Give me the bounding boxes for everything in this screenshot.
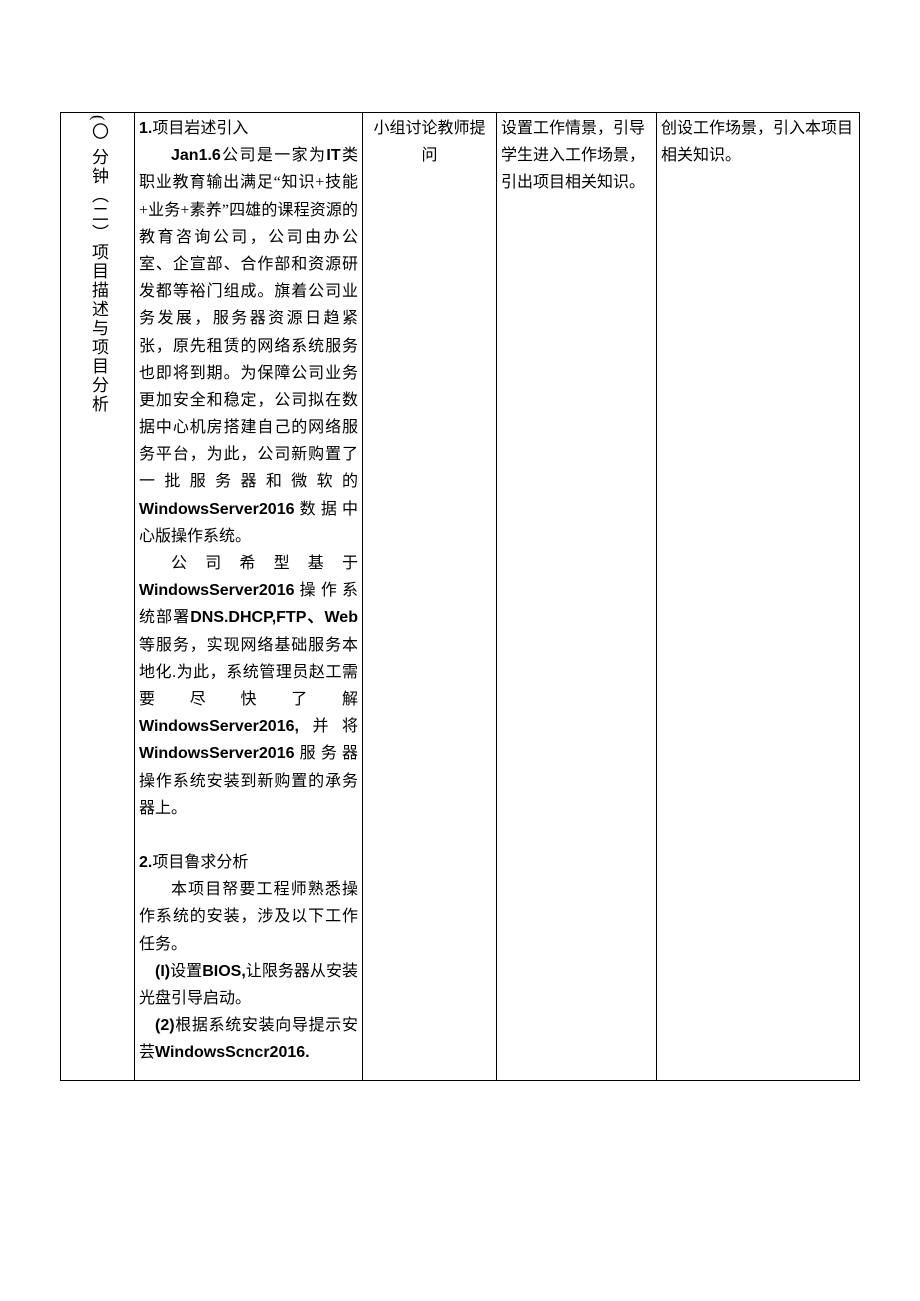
list-item-1: (I)设置BIOS,让限务器从安装光盘引导启动。 (139, 958, 358, 1012)
student-activity-text: 设置工作情景，引导学生进入工作场景，引出项目相关知识。 (501, 120, 645, 191)
heading-1-num: 1. (139, 120, 152, 137)
p2-ws: WindowsServer2016 (139, 582, 294, 599)
table-row: (〇 分钟（二）项目描述与项目分析 1.项目岩述引入 Jan1.6公司是一家为I… (61, 113, 860, 1081)
li2-b: WindowsScncr2016. (155, 1044, 310, 1061)
cell-design-intent: 创设工作场景，引入本项目相关知识。 (657, 113, 860, 1081)
cell-section-label: (〇 分钟（二）项目描述与项目分析 (61, 113, 135, 1081)
heading-2-text: 项目鲁求分析 (152, 854, 248, 871)
li1-a: 设置 (170, 963, 202, 980)
heading-1: 1.项目岩述引入 (139, 115, 358, 142)
li1-num: (I) (155, 963, 170, 980)
content-body: 1.项目岩述引入 Jan1.6公司是一家为IT类职业教育输出满足“知识+技能+业… (139, 115, 358, 1067)
p1-ws: WindowsServer2016 (139, 501, 294, 518)
heading-2: 2.项目鲁求分析 (139, 849, 358, 876)
vertical-section-title: (〇 分钟（二）项目描述与项目分析 (83, 115, 112, 414)
p1-it: IT (326, 147, 340, 164)
p1-lead: Jan1.6 (171, 147, 221, 164)
cell-student-activity: 设置工作情景，引导学生进入工作场景，引出项目相关知识。 (497, 113, 657, 1081)
p2-ws3: WindowsServer2016 (139, 745, 294, 762)
list-item-2: (2)根据系统安装向导提示安芸WindowsScncr2016. (139, 1012, 358, 1066)
lesson-plan-table: (〇 分钟（二）项目描述与项目分析 1.项目岩述引入 Jan1.6公司是一家为I… (60, 112, 860, 1081)
li1-b: BIOS, (202, 963, 246, 980)
li2-num: (2) (155, 1017, 175, 1034)
document-page: (〇 分钟（二）项目描述与项目分析 1.项目岩述引入 Jan1.6公司是一家为I… (0, 0, 920, 1301)
p2-svc: DNS.DHCP,FTP、Web (190, 609, 358, 626)
paragraph-2: 公司希型基于WindowsServer2016操作系统部署DNS.DHCP,FT… (139, 550, 358, 822)
p2-rest: 等服务，实现网络基础服务本地化.为此，系统管理员赵工需要尽快了解 (139, 637, 358, 708)
paragraph-3: 本项目帑要工程师熟悉操作系统的安装，涉及以下工作任务。 (139, 876, 358, 958)
heading-1-text: 项目岩述引入 (152, 120, 248, 137)
cell-teacher-activity: 小组讨论教师提问 (363, 113, 497, 1081)
p2-lead: 公司希型基于 (171, 555, 358, 572)
cell-content: 1.项目岩述引入 Jan1.6公司是一家为IT类职业教育输出满足“知识+技能+业… (135, 113, 363, 1081)
teacher-activity-text: 小组讨论教师提问 (373, 120, 485, 164)
p2-ws2: WindowsServer2016, (139, 718, 299, 735)
paragraph-1: Jan1.6公司是一家为IT类职业教育输出满足“知识+技能+业务+素养”四雄的课… (139, 142, 358, 550)
p2-rest2: 并将 (299, 718, 358, 735)
heading-2-num: 2. (139, 854, 152, 871)
p1-tail2: 类职业教育输出满足“知识+技能+业务+素养”四雄的课程资源的教育咨询公司，公司由… (139, 147, 358, 490)
design-intent-text: 创设工作场景，引入本项目相关知识。 (661, 120, 853, 164)
blank-line (139, 822, 358, 849)
p1-rest: 公司是一家为 (221, 147, 327, 164)
